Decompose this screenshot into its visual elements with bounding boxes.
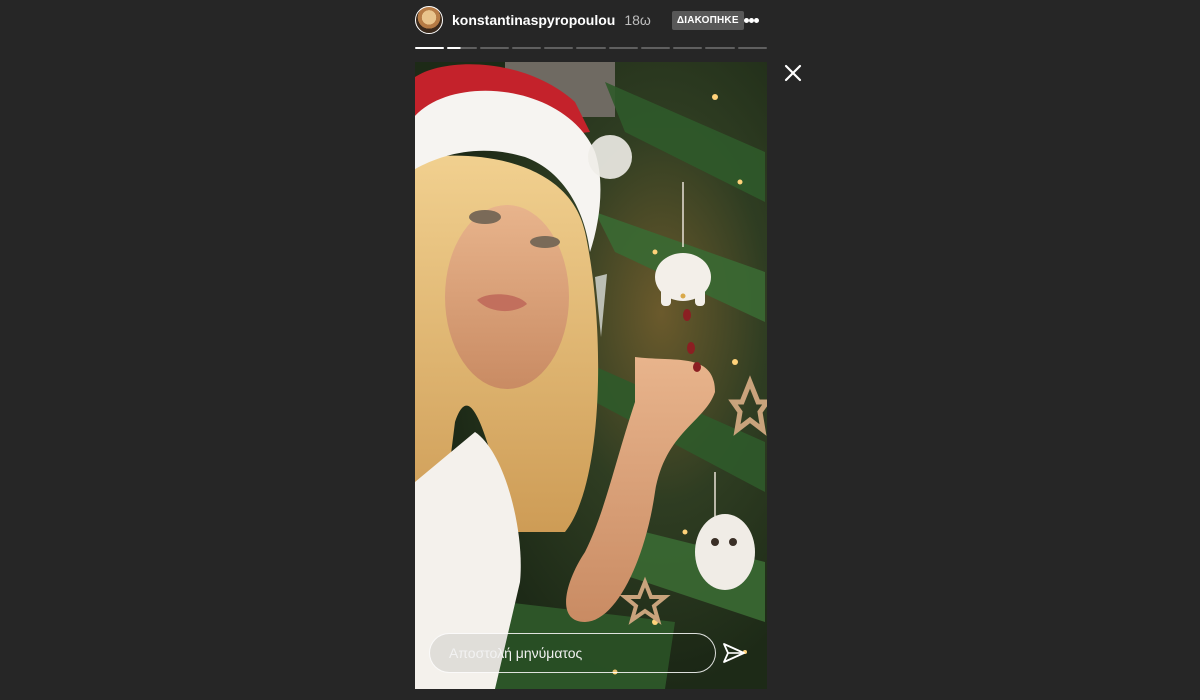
progress-segment <box>737 47 767 49</box>
progress-segment <box>640 47 671 49</box>
reply-input[interactable]: Αποστολή μηνύματος <box>429 633 716 673</box>
progress-segment <box>415 47 445 49</box>
paused-badge: ΔΙΑΚΟΠΗΚΕ <box>671 10 744 30</box>
close-icon[interactable] <box>782 62 804 84</box>
more-dots-icon[interactable] <box>743 13 759 27</box>
time-ago: 18ω <box>624 12 651 28</box>
story-media[interactable] <box>415 62 767 689</box>
user-avatar[interactable] <box>415 6 443 34</box>
progress-segment <box>447 47 477 49</box>
progress-segment <box>544 47 574 49</box>
username[interactable]: konstantinaspyropoulou <box>452 12 615 28</box>
send-icon[interactable] <box>722 641 746 665</box>
story-photo <box>415 62 767 689</box>
progress-segment <box>511 47 542 49</box>
story-header: konstantinaspyropoulou 18ω ΔΙΑΚΟΠΗΚΕ <box>415 4 767 36</box>
progress-segment <box>479 47 509 49</box>
progress-segment <box>608 47 638 49</box>
reply-placeholder: Αποστολή μηνύματος <box>449 645 583 661</box>
story-progress-bar <box>415 47 767 49</box>
progress-segment <box>576 47 606 49</box>
progress-segment <box>705 47 735 49</box>
progress-segment <box>673 47 703 49</box>
